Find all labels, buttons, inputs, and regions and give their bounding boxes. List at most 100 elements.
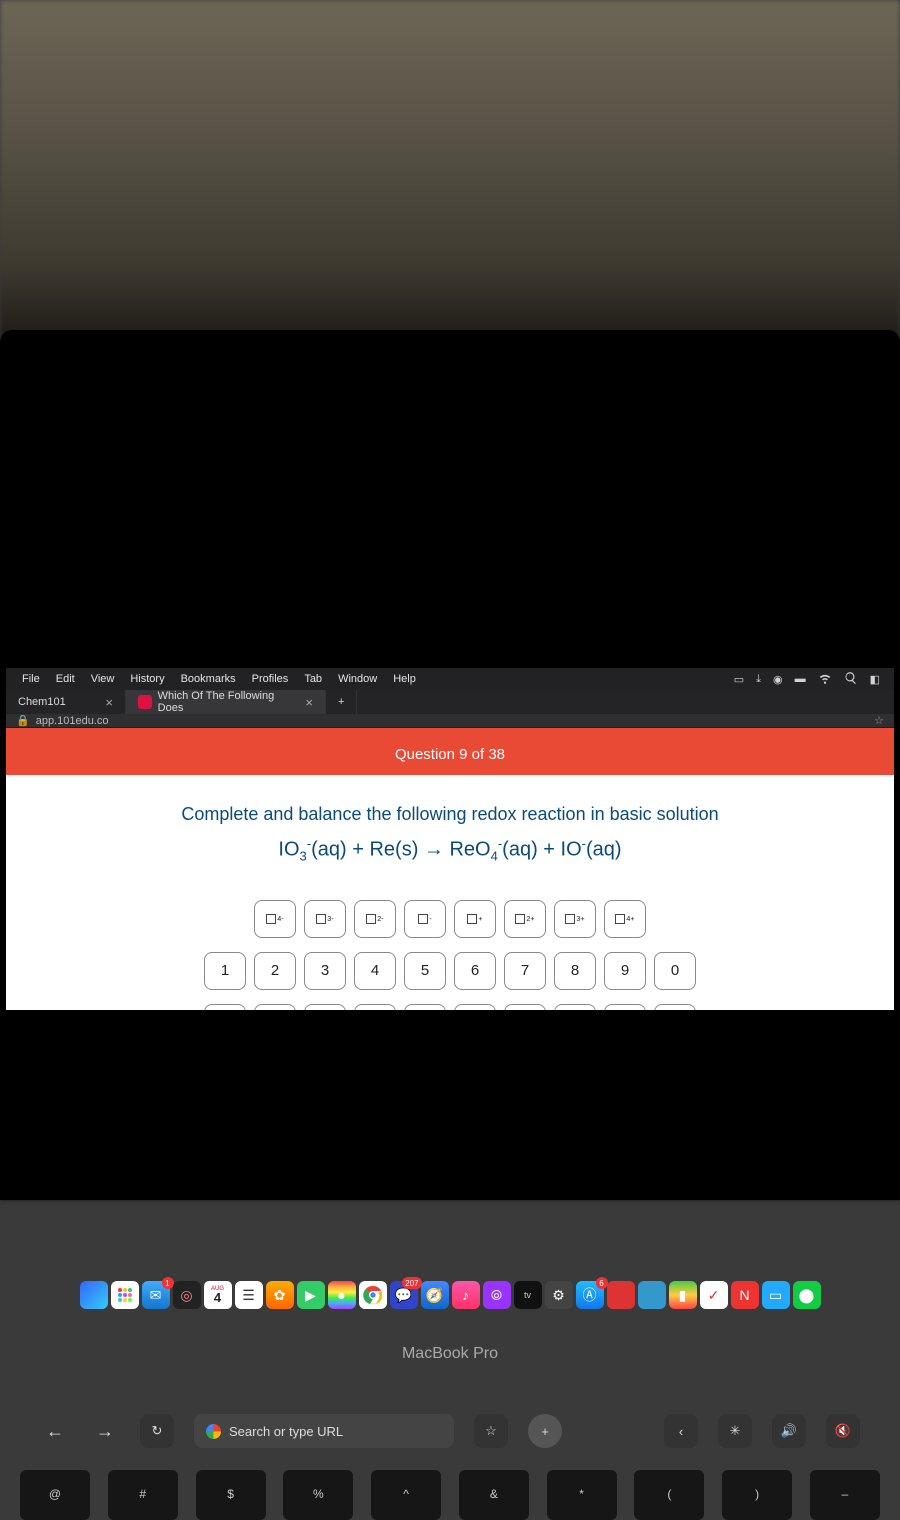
key-charge-3minus[interactable]: 3-: [304, 900, 346, 938]
tb-brightness-button[interactable]: ✳︎: [718, 1414, 752, 1448]
key-percent[interactable]: %: [283, 1470, 353, 1520]
key-charge-4minus[interactable]: 4-: [254, 900, 296, 938]
key-rparen[interactable]: ): [722, 1470, 792, 1520]
appstore-icon[interactable]: Ⓐ6: [576, 1281, 604, 1309]
key-sub-7[interactable]: 7: [504, 1004, 546, 1010]
key-sub-0[interactable]: 0: [654, 1004, 696, 1010]
new-tab-button[interactable]: +: [326, 690, 357, 714]
bookmark-star-icon[interactable]: ☆: [874, 714, 884, 727]
battery-icon[interactable]: ▬: [795, 673, 806, 685]
key-1[interactable]: 1: [204, 952, 246, 990]
menu-window[interactable]: Window: [330, 673, 385, 685]
app-icon-green[interactable]: ⬤: [793, 1281, 821, 1309]
key-sub-4[interactable]: 4: [354, 1004, 396, 1010]
key-charge-minus[interactable]: -: [404, 900, 446, 938]
photos-icon[interactable]: ✿: [266, 1281, 294, 1309]
menu-view[interactable]: View: [83, 673, 123, 685]
facetime-icon[interactable]: ▶: [297, 1281, 325, 1309]
finder-icon[interactable]: [80, 1281, 108, 1309]
record-icon[interactable]: ◉: [773, 673, 783, 686]
tb-reload-button[interactable]: ↻: [140, 1414, 174, 1448]
menu-bookmarks[interactable]: Bookmarks: [173, 673, 244, 685]
settings-icon[interactable]: ⚙︎: [545, 1281, 573, 1309]
key-9[interactable]: 9: [604, 952, 646, 990]
chrome-icon[interactable]: [359, 1281, 387, 1309]
zoom-icon[interactable]: ▭: [762, 1281, 790, 1309]
key-sub-8[interactable]: 8: [554, 1004, 596, 1010]
siri-icon[interactable]: ●: [328, 1281, 356, 1309]
numbers-icon[interactable]: ▮: [669, 1281, 697, 1309]
todoist-icon[interactable]: ✓: [700, 1281, 728, 1309]
menu-profiles[interactable]: Profiles: [244, 673, 297, 685]
key-asterisk[interactable]: *: [547, 1470, 617, 1520]
question-prompt: Complete and balance the following redox…: [181, 801, 718, 828]
close-icon[interactable]: ×: [105, 695, 113, 710]
row-digits: 1 2 3 4 5 6 7 8 9 0: [204, 952, 696, 990]
tb-url-field[interactable]: Search or type URL: [194, 1414, 454, 1448]
calendar-icon[interactable]: AUG 4: [204, 1281, 232, 1309]
tb-back-button[interactable]: ←: [40, 1414, 70, 1448]
tb-mute-button[interactable]: 🔇: [826, 1414, 860, 1448]
tv-icon[interactable]: tv: [514, 1281, 542, 1309]
menu-tab[interactable]: Tab: [296, 673, 330, 685]
tab-chem101[interactable]: Chem101 ×: [6, 690, 126, 714]
key-hash[interactable]: #: [108, 1470, 178, 1520]
tb-star-button[interactable]: ☆: [474, 1414, 508, 1448]
key-sub-5[interactable]: 5: [404, 1004, 446, 1010]
control-center-icon[interactable]: ◧: [870, 673, 880, 686]
key-sub-1[interactable]: 1: [204, 1004, 246, 1010]
menu-help[interactable]: Help: [385, 673, 424, 685]
wifi-icon[interactable]: [818, 671, 832, 688]
key-charge-2plus[interactable]: 2+: [504, 900, 546, 938]
tb-forward-button[interactable]: →: [90, 1414, 120, 1448]
key-5[interactable]: 5: [404, 952, 446, 990]
lock-icon: 🔒: [16, 714, 30, 727]
address-bar[interactable]: 🔒 app.101edu.co ☆: [6, 714, 894, 728]
key-sub-9[interactable]: 9: [604, 1004, 646, 1010]
key-2[interactable]: 2: [254, 952, 296, 990]
music-icon[interactable]: ♪: [452, 1281, 480, 1309]
key-at[interactable]: @: [20, 1470, 90, 1520]
key-dollar[interactable]: $: [196, 1470, 266, 1520]
podcasts-icon[interactable]: ⦾: [483, 1281, 511, 1309]
key-sub-3[interactable]: 3: [304, 1004, 346, 1010]
key-6[interactable]: 6: [454, 952, 496, 990]
key-sub-2[interactable]: 2: [254, 1004, 296, 1010]
key-charge-4plus[interactable]: 4+: [604, 900, 646, 938]
app-icon-red[interactable]: [607, 1281, 635, 1309]
photobooth-icon[interactable]: ◎: [173, 1281, 201, 1309]
launchpad-icon[interactable]: [111, 1281, 139, 1309]
tb-new-tab-button[interactable]: +: [528, 1414, 562, 1448]
key-8[interactable]: 8: [554, 952, 596, 990]
key-charge-plus[interactable]: +: [454, 900, 496, 938]
key-ampersand[interactable]: &: [459, 1470, 529, 1520]
key-3[interactable]: 3: [304, 952, 346, 990]
menu-history[interactable]: History: [122, 673, 172, 685]
key-dash[interactable]: –: [810, 1470, 880, 1520]
app-icon-n[interactable]: N: [731, 1281, 759, 1309]
key-sub-6[interactable]: 6: [454, 1004, 496, 1010]
messages-badge: 207: [402, 1277, 421, 1289]
key-0[interactable]: 0: [654, 952, 696, 990]
app-icon-teal[interactable]: [638, 1281, 666, 1309]
tb-volume-button[interactable]: 🔊: [772, 1414, 806, 1448]
close-icon[interactable]: ×: [305, 695, 313, 710]
messages-icon[interactable]: 💬207: [390, 1281, 418, 1309]
screen-mirroring-icon[interactable]: ▭: [734, 673, 744, 686]
tb-chevron-button[interactable]: ‹: [664, 1414, 698, 1448]
safari-icon[interactable]: 🧭: [421, 1281, 449, 1309]
key-7[interactable]: 7: [504, 952, 546, 990]
menu-edit[interactable]: Edit: [48, 673, 83, 685]
laptop-frame: File Edit View History Bookmarks Profile…: [0, 330, 900, 1200]
download-icon[interactable]: ⤓: [756, 673, 761, 686]
key-charge-3plus[interactable]: 3+: [554, 900, 596, 938]
mail-icon[interactable]: ✉︎1: [142, 1281, 170, 1309]
key-caret[interactable]: ^: [371, 1470, 441, 1520]
key-lparen[interactable]: (: [634, 1470, 704, 1520]
reminders-icon[interactable]: ☰: [235, 1281, 263, 1309]
key-charge-2minus[interactable]: 2-: [354, 900, 396, 938]
key-4[interactable]: 4: [354, 952, 396, 990]
menu-file[interactable]: File: [14, 673, 48, 685]
tab-which-of-following[interactable]: Which Of The Following Does ×: [126, 690, 326, 714]
search-icon[interactable]: [844, 671, 858, 688]
